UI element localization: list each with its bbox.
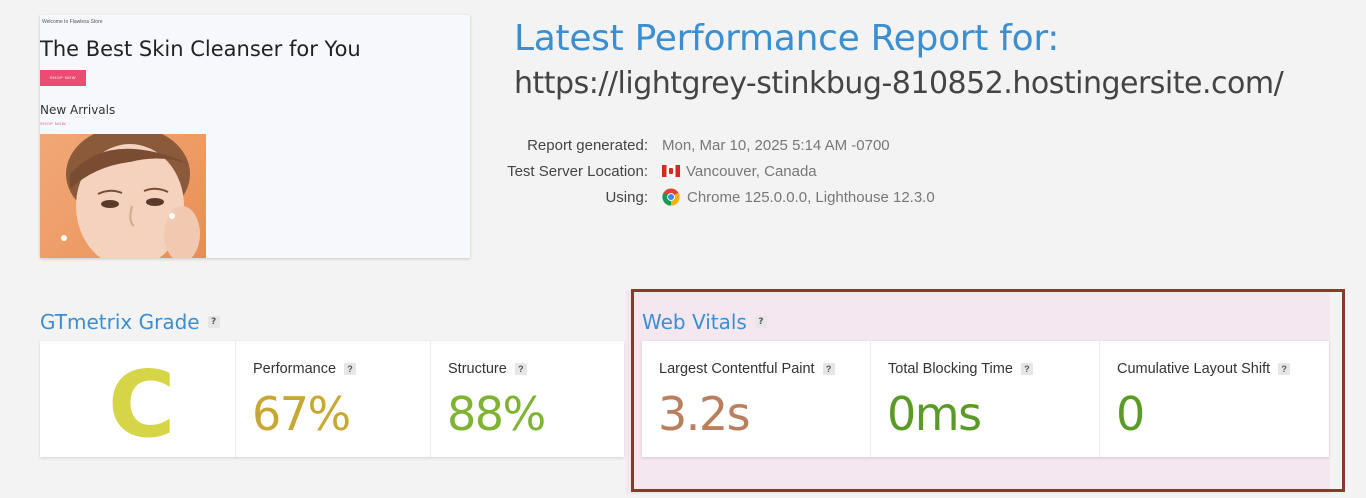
performance-label-row: Performance ? [253, 361, 357, 377]
meta-row-using: Using: Chrome 125.0.0.0, Lighthouse 12.3… [470, 184, 935, 210]
report-generated-value: Mon, Mar 10, 2025 5:14 AM -0700 [662, 136, 890, 154]
report-url[interactable]: https://lightgrey-stinkbug-810852.hostin… [514, 66, 1284, 101]
lcp-label: Largest Contentful Paint [659, 361, 815, 377]
report-title: Latest Performance Report for: [514, 18, 1060, 59]
report-meta: Report generated: Mon, Mar 10, 2025 5:14… [470, 132, 935, 210]
cls-label: Cumulative Layout Shift [1117, 361, 1271, 377]
meta-row-location: Test Server Location: Vancouver, Canada [470, 158, 935, 184]
tbt-help-icon[interactable]: ? [1020, 363, 1033, 375]
tbt-value: 0ms [887, 387, 982, 441]
cls-card: Cumulative Layout Shift ? 0 [1100, 341, 1329, 457]
using-value: Chrome 125.0.0.0, Lighthouse 12.3.0 [662, 188, 935, 206]
thumb-hero-title: The Best Skin Cleanser for You [40, 37, 361, 61]
performance-value: 67% [252, 387, 351, 441]
thumb-welcome-text: Welcome to Flawless Store [42, 19, 103, 25]
web-vitals-heading: Web Vitals ? [642, 310, 767, 334]
structure-card: Structure ? 88% [431, 341, 624, 457]
performance-card: Performance ? 67% [236, 341, 431, 457]
thumb-product-photo [40, 134, 206, 258]
gtmetrix-grade-heading: GTmetrix Grade ? [40, 310, 220, 334]
server-location-label: Test Server Location: [507, 162, 648, 180]
lcp-card: Largest Contentful Paint ? 3.2s [642, 341, 871, 457]
using-text: Chrome 125.0.0.0, Lighthouse 12.3.0 [687, 188, 935, 206]
tbt-card: Total Blocking Time ? 0ms [871, 341, 1100, 457]
tbt-label: Total Blocking Time [888, 361, 1013, 377]
gtmetrix-grade-title: GTmetrix Grade [40, 310, 200, 334]
grade-card: C [40, 341, 236, 458]
thumb-shop-now-button: SHOP NOW [40, 70, 86, 86]
report-generated-label: Report generated: [527, 136, 648, 154]
server-location-text: Vancouver, Canada [686, 162, 817, 180]
web-vitals-help-icon[interactable]: ? [754, 316, 767, 328]
web-vitals-title: Web Vitals [642, 310, 747, 334]
grade-letter: C [108, 351, 176, 458]
lcp-help-icon[interactable]: ? [822, 363, 835, 375]
cls-label-row: Cumulative Layout Shift ? [1117, 361, 1291, 377]
gtmetrix-help-icon[interactable]: ? [207, 316, 220, 328]
web-vitals-panel: Largest Contentful Paint ? 3.2s Total Bl… [642, 341, 1329, 457]
lcp-value: 3.2s [658, 387, 751, 441]
cls-help-icon[interactable]: ? [1278, 363, 1291, 375]
lcp-label-row: Largest Contentful Paint ? [659, 361, 835, 377]
using-label: Using: [605, 188, 648, 206]
meta-row-generated: Report generated: Mon, Mar 10, 2025 5:14… [470, 132, 935, 158]
thumb-shop-now-link: SHOP NOW [40, 121, 67, 126]
site-screenshot-thumbnail[interactable]: Welcome to Flawless Store The Best Skin … [40, 15, 470, 258]
tbt-label-row: Total Blocking Time ? [888, 361, 1033, 377]
cls-value: 0 [1116, 387, 1145, 441]
performance-help-icon[interactable]: ? [344, 363, 357, 375]
gtmetrix-grade-panel: C Performance ? 67% Structure ? 88% [40, 341, 624, 458]
structure-label: Structure [448, 361, 507, 377]
canada-flag-icon [662, 165, 680, 177]
chrome-icon [662, 188, 680, 206]
structure-help-icon[interactable]: ? [514, 363, 527, 375]
server-location-value: Vancouver, Canada [662, 163, 817, 180]
structure-value: 88% [447, 387, 546, 441]
thumb-new-arrivals: New Arrivals [40, 103, 116, 117]
structure-label-row: Structure ? [448, 361, 527, 377]
performance-label: Performance [253, 361, 337, 377]
